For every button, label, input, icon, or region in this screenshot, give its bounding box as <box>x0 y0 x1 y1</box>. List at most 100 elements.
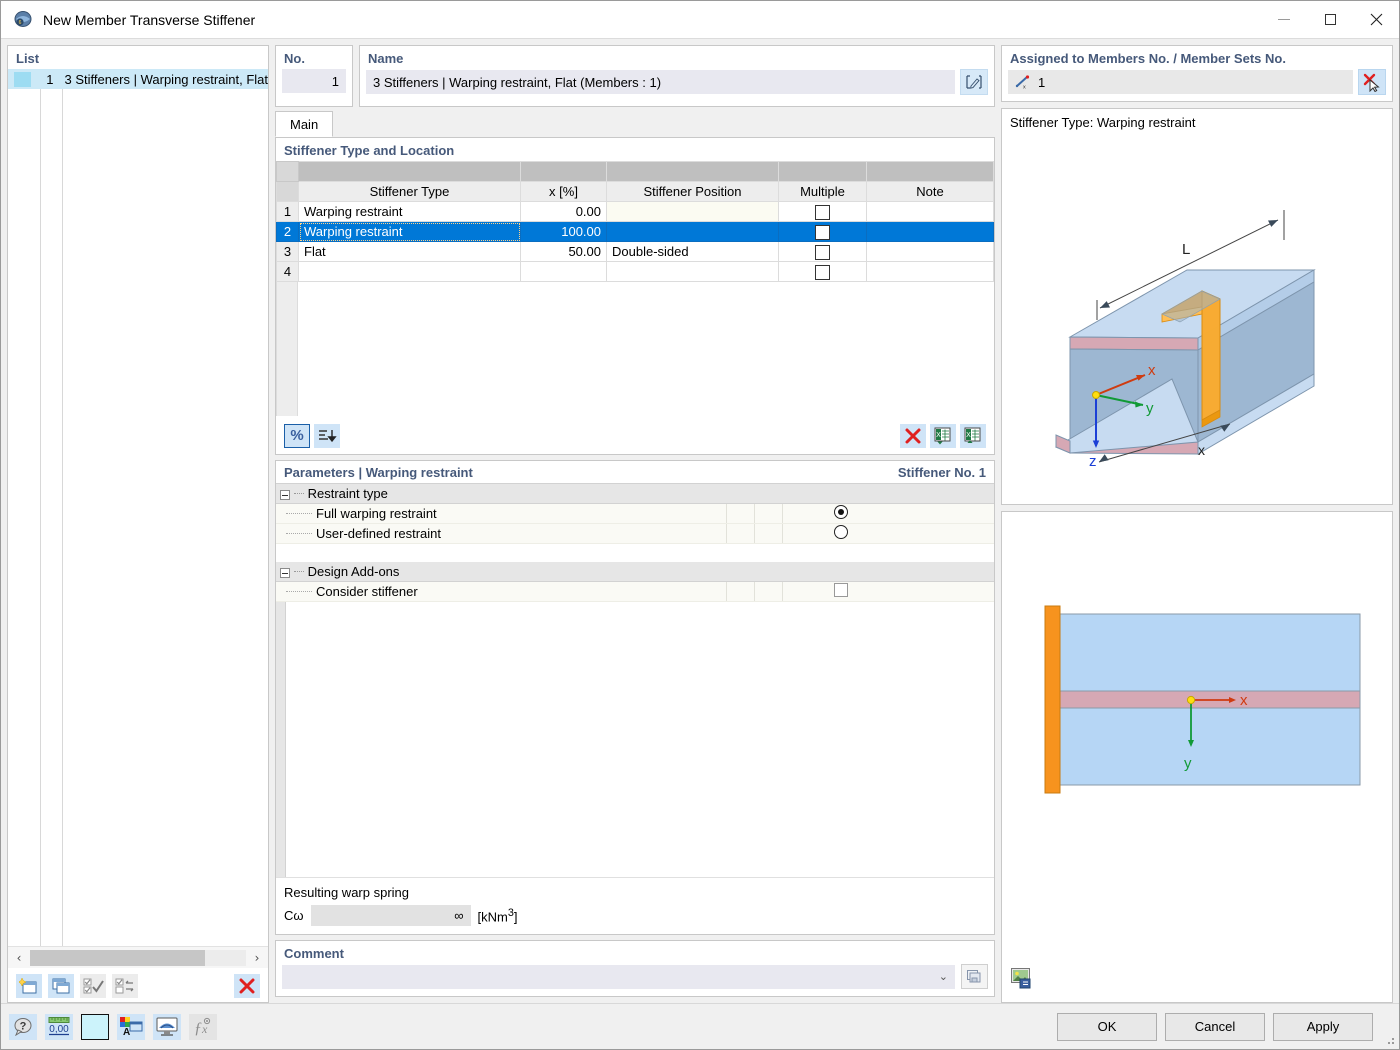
cell-stiffener-position[interactable] <box>606 221 779 242</box>
cell-note[interactable] <box>866 261 994 282</box>
cell-stiffener-type[interactable]: Warping restraint <box>298 221 521 242</box>
color-button[interactable] <box>81 1013 109 1040</box>
ok-button[interactable]: OK <box>1057 1012 1157 1041</box>
cell-x-percent[interactable] <box>520 261 607 282</box>
user-defined-restraint-radio[interactable] <box>834 525 849 539</box>
cell-x-percent[interactable]: 100.00 <box>520 221 607 242</box>
multiple-checkbox[interactable] <box>815 204 830 220</box>
assigned-members-input[interactable]: x 1 <box>1008 70 1353 94</box>
pick-members-button[interactable] <box>1358 69 1386 95</box>
cell-x-percent[interactable]: 50.00 <box>520 241 607 262</box>
name-input[interactable]: 3 Stiffeners | Warping restraint, Flat (… <box>366 70 955 94</box>
cell-stiffener-type[interactable]: Warping restraint <box>298 201 521 222</box>
parameter-group-row[interactable]: Design Add-ons <box>276 561 994 582</box>
list-item-label: 3 Stiffeners | Warping restraint, Flat <box>64 71 268 87</box>
multiple-checkbox[interactable] <box>815 224 830 240</box>
list-body: 1 3 Stiffeners | Warping restraint, Flat <box>8 69 268 946</box>
name-box: Name 3 Stiffeners | Warping restraint, F… <box>359 45 995 107</box>
stiffener-graphic-canvas[interactable]: L x y z x <box>1002 130 1392 504</box>
cell-multiple[interactable] <box>778 241 867 262</box>
col-index <box>276 181 299 202</box>
cell-multiple[interactable] <box>778 201 867 222</box>
section-graphic-card[interactable]: x y <box>1001 511 1393 1003</box>
list-item[interactable]: 1 3 Stiffeners | Warping restraint, Flat <box>8 69 268 89</box>
close-button[interactable] <box>1353 1 1399 39</box>
scrollbar-track[interactable] <box>30 949 246 966</box>
status-bar: ? 0,00 A ƒ x OK Cancel Apply <box>1 1003 1399 1049</box>
cell-note[interactable] <box>866 241 994 262</box>
consider-stiffener-checkbox[interactable] <box>834 583 849 597</box>
import-excel-button[interactable]: X <box>930 423 956 448</box>
scrollbar-thumb[interactable] <box>30 949 205 966</box>
cell-multiple[interactable] <box>778 261 867 282</box>
parameter-row[interactable]: Full warping restraint <box>276 503 994 524</box>
table-row[interactable]: 4 <box>276 261 994 282</box>
col-stiffener-type[interactable]: Stiffener Type <box>298 181 521 202</box>
list-horizontal-scrollbar[interactable]: ‹ › <box>8 946 268 968</box>
col-x-percent[interactable]: x [%] <box>520 181 607 202</box>
no-input[interactable]: 1 <box>282 69 346 93</box>
cell-note[interactable] <box>866 201 994 222</box>
cell-stiffener-position[interactable] <box>606 201 779 222</box>
excel-export-icon: X <box>964 427 981 444</box>
table-toolbar: % X X <box>276 416 994 454</box>
comment-library-button[interactable] <box>961 964 988 989</box>
new-item-button[interactable] <box>16 973 42 998</box>
table-row[interactable]: 2 Warping restraint 100.00 <box>276 221 994 242</box>
cell-stiffener-type[interactable]: Flat <box>298 241 521 262</box>
apply-button[interactable]: Apply <box>1273 1012 1373 1041</box>
collapse-icon[interactable] <box>280 567 290 578</box>
table-row[interactable]: 1 Warping restraint 0.00 <box>276 201 994 222</box>
cell-stiffener-type[interactable] <box>298 261 521 282</box>
col-note[interactable]: Note <box>866 181 994 202</box>
list-header: List <box>16 51 40 66</box>
select-all-button[interactable] <box>80 973 106 998</box>
cell-stiffener-position[interactable]: Double-sided <box>606 241 779 262</box>
edit-name-icon[interactable] <box>960 69 988 95</box>
svg-text:X: X <box>966 432 971 439</box>
parameters-empty-area <box>276 602 994 877</box>
resize-grip[interactable] <box>1384 1034 1396 1046</box>
full-warping-restraint-radio[interactable] <box>834 505 849 519</box>
delete-row-button[interactable] <box>900 423 926 448</box>
cell-multiple[interactable] <box>778 221 867 242</box>
scroll-right-icon[interactable]: › <box>246 947 268 969</box>
save-image-button[interactable] <box>1010 967 1036 994</box>
minimize-button[interactable] <box>1261 1 1307 39</box>
window-controls <box>1261 1 1399 39</box>
multiple-checkbox[interactable] <box>815 264 830 280</box>
multiple-checkbox[interactable] <box>815 244 830 260</box>
parameter-row[interactable]: User-defined restraint <box>276 523 994 544</box>
parameters-table: Restraint type Full warping restraint Us… <box>276 483 994 602</box>
sort-button[interactable] <box>314 423 340 448</box>
cancel-button[interactable]: Cancel <box>1165 1012 1265 1041</box>
copy-item-button[interactable] <box>48 973 74 998</box>
invert-selection-button[interactable] <box>112 973 138 998</box>
comment-input[interactable]: ⌄ <box>282 964 955 989</box>
units-button[interactable]: 0,00 <box>45 1013 73 1040</box>
percent-toggle-button[interactable]: % <box>284 423 310 448</box>
view-settings-button[interactable] <box>153 1013 181 1040</box>
maximize-button[interactable] <box>1307 1 1353 39</box>
row-index: 2 <box>276 221 299 242</box>
cell-x-percent[interactable]: 0.00 <box>520 201 607 222</box>
axis-z-label: z <box>1089 453 1097 470</box>
scroll-left-icon[interactable]: ‹ <box>8 947 30 969</box>
help-button[interactable]: ? <box>9 1013 37 1040</box>
col-stiffener-position[interactable]: Stiffener Position <box>606 181 779 202</box>
table-row[interactable]: 3 Flat 50.00 Double-sided <box>276 241 994 262</box>
collapse-icon[interactable] <box>280 489 290 500</box>
display-properties-button[interactable]: A <box>117 1013 145 1040</box>
position-annotation: x <box>1198 442 1205 458</box>
col-multiple[interactable]: Multiple <box>778 181 867 202</box>
formula-button[interactable]: ƒ x <box>189 1013 217 1040</box>
tab-main[interactable]: Main <box>275 111 334 137</box>
no-box: No. 1 <box>275 45 353 107</box>
parameter-row[interactable]: Consider stiffener <box>276 581 994 602</box>
parameter-group-row[interactable]: Restraint type <box>276 483 994 504</box>
export-excel-button[interactable]: X <box>960 423 986 448</box>
cell-note[interactable] <box>866 221 994 242</box>
cell-stiffener-position[interactable] <box>606 261 779 282</box>
chevron-down-icon[interactable]: ⌄ <box>939 970 948 983</box>
delete-item-button[interactable] <box>234 973 260 998</box>
